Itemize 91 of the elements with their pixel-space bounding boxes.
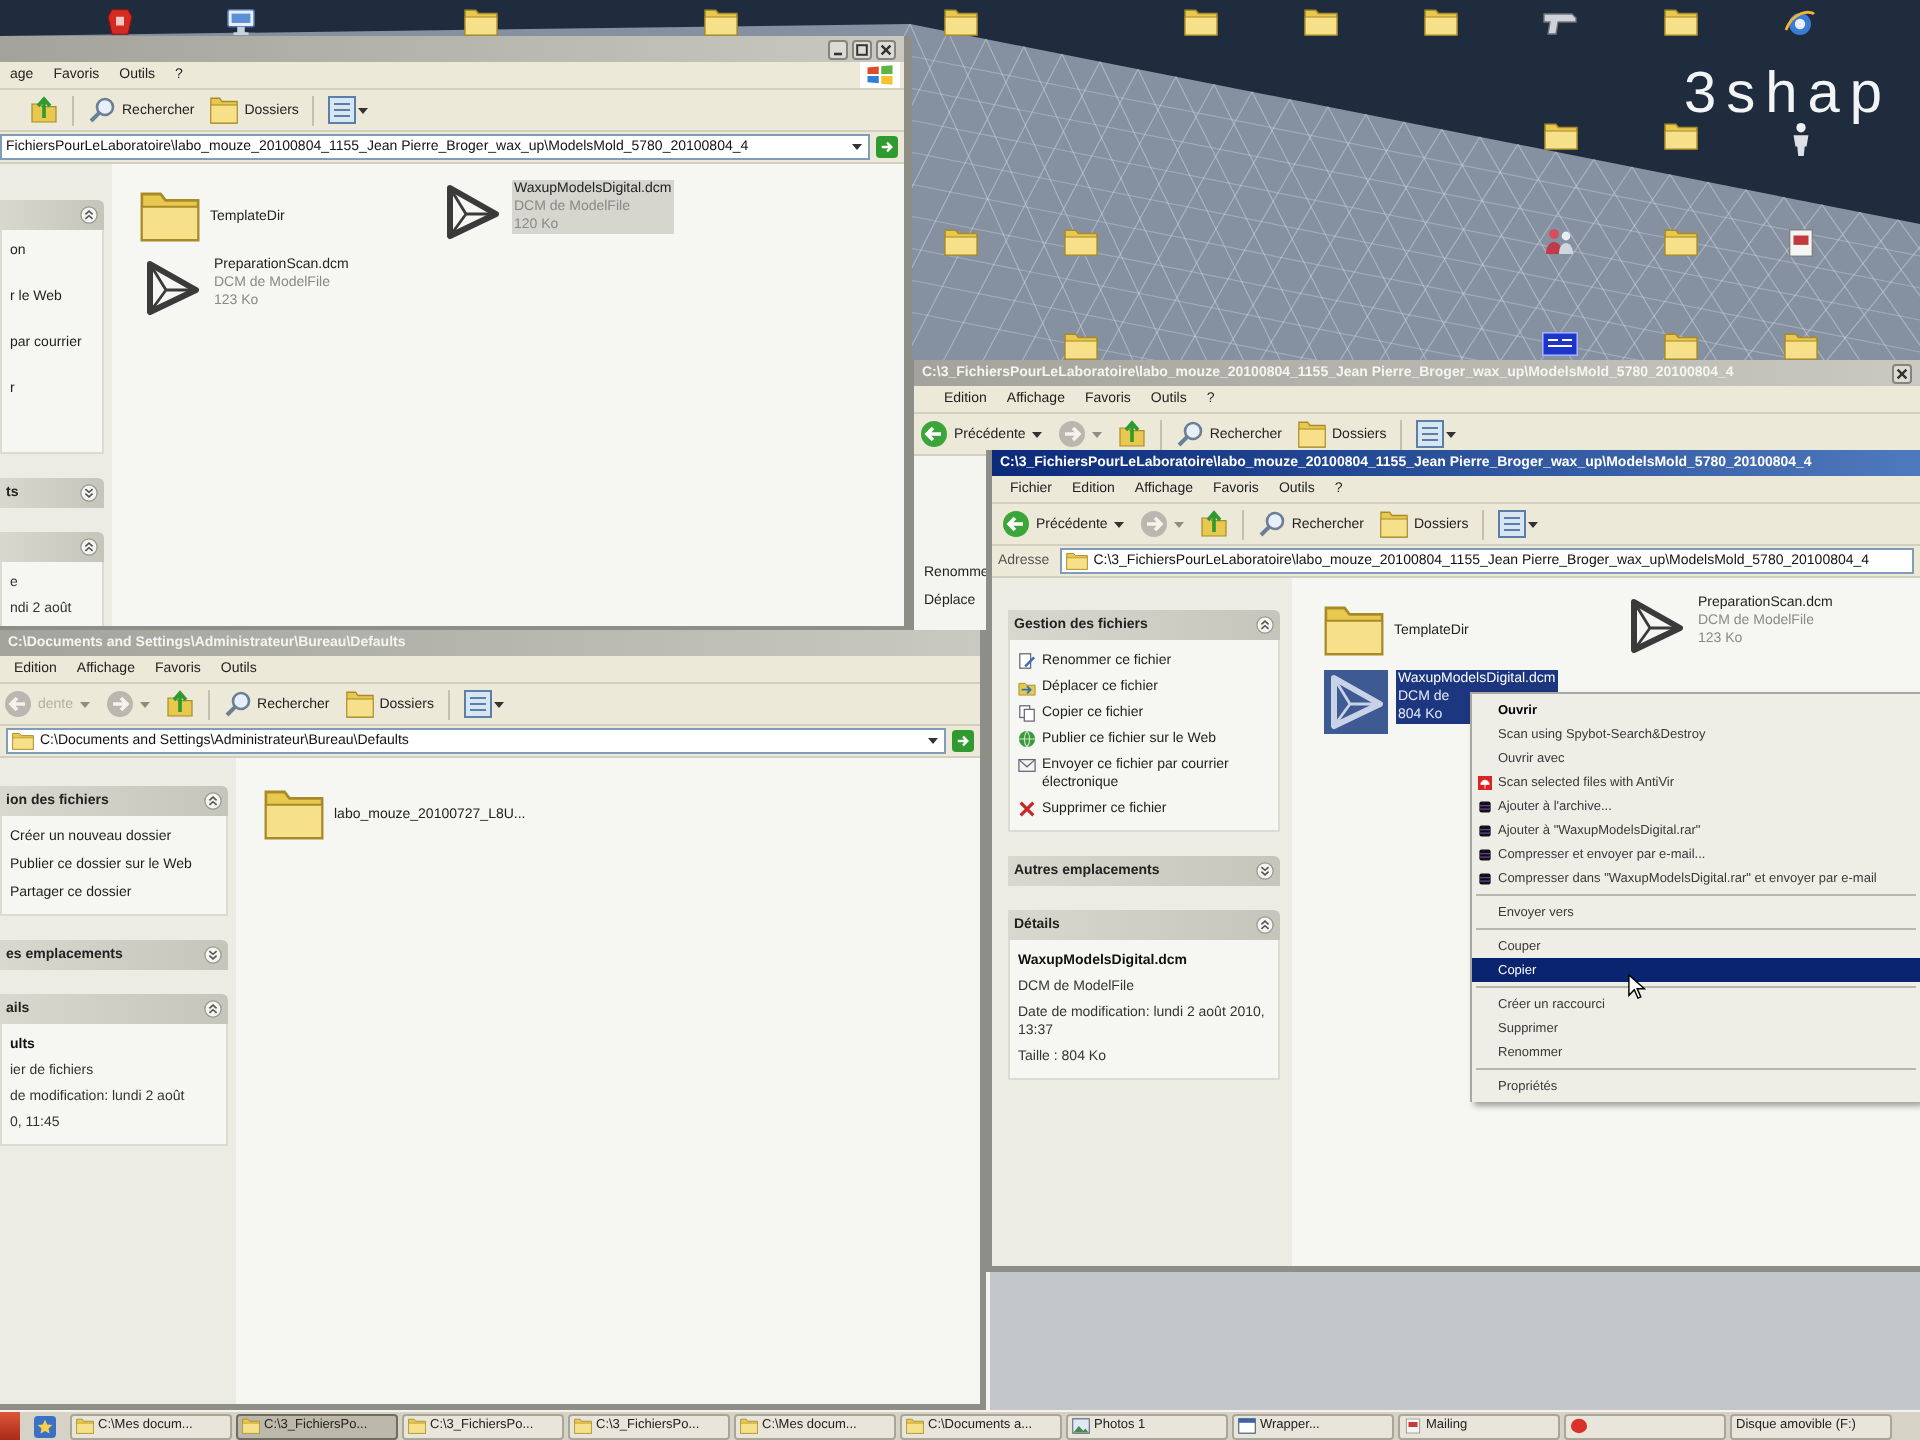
folder-icon [1324, 604, 1384, 656]
arrow-icon [956, 734, 970, 748]
folder-up-icon [1117, 420, 1146, 448]
caret-icon [139, 701, 150, 707]
back-icon [4, 690, 32, 718]
monitor-icon[interactable] [225, 8, 255, 36]
folder-icon [264, 788, 324, 840]
forward-icon [105, 690, 134, 718]
maximize-icon [856, 43, 868, 55]
close-icon [880, 43, 892, 55]
tool-icon[interactable] [1542, 8, 1578, 36]
document-icon [1404, 1418, 1422, 1434]
folder-icon[interactable] [1423, 8, 1457, 36]
views-button[interactable] [326, 93, 371, 127]
books-icon [1478, 847, 1492, 861]
envelope-icon [1018, 756, 1036, 774]
logo-text: 3shap [1684, 64, 1893, 124]
views-button[interactable] [1496, 507, 1541, 541]
globe-icon [1018, 730, 1036, 748]
caret-icon [1113, 521, 1124, 527]
views-icon [1416, 420, 1457, 448]
maximize-button[interactable] [852, 39, 872, 59]
people-icon[interactable] [1542, 228, 1578, 256]
status-dot-icon [1570, 1418, 1588, 1434]
views-icon [328, 96, 369, 124]
views-icon [463, 690, 504, 718]
go-button[interactable] [876, 136, 898, 158]
folder-icon [76, 1418, 94, 1434]
folder-up-icon [30, 96, 58, 124]
folder-icon[interactable] [463, 8, 497, 36]
folder-icon[interactable] [703, 8, 737, 36]
cursor-icon [1628, 974, 1646, 1000]
close-button[interactable] [876, 39, 896, 59]
caret-icon[interactable] [852, 144, 862, 150]
caret-icon[interactable] [928, 738, 938, 744]
folder-icon [242, 1418, 260, 1434]
folder-icon[interactable] [1183, 8, 1217, 36]
forward-icon [1057, 420, 1086, 448]
search-icon [1175, 420, 1204, 448]
folder-icon[interactable] [1663, 8, 1697, 36]
caret-icon [1173, 521, 1184, 527]
folder-icon [140, 190, 200, 242]
delete-icon [1018, 800, 1036, 818]
folder-icon [345, 690, 374, 718]
tile-icon[interactable] [1542, 332, 1578, 356]
folder-icon [210, 96, 239, 124]
document-pen-icon [1018, 652, 1036, 670]
folder-icon [740, 1418, 758, 1434]
folder-icon [408, 1418, 426, 1434]
arrow-icon [880, 140, 894, 154]
window-icon [1238, 1418, 1256, 1434]
go-button[interactable] [952, 730, 974, 752]
back-icon [1002, 510, 1030, 538]
document-icon[interactable] [1785, 228, 1815, 258]
back-icon [920, 420, 948, 448]
caret-icon [79, 701, 90, 707]
folder-arrow-icon [1018, 678, 1036, 696]
folder-up-icon [1199, 510, 1228, 538]
up-button[interactable] [1115, 417, 1148, 451]
folder-icon [1298, 420, 1326, 448]
folder-icon[interactable] [943, 8, 977, 36]
program-icon[interactable] [106, 8, 134, 36]
folder-up-icon [165, 690, 194, 718]
folder-icon[interactable] [1663, 122, 1697, 150]
views-button[interactable] [1414, 417, 1459, 451]
search-icon [223, 690, 252, 718]
search-icon [1257, 510, 1286, 538]
app-icon[interactable] [34, 1415, 56, 1437]
caret-icon [1091, 431, 1102, 437]
folder-icon [1380, 510, 1408, 538]
minimize-button[interactable] [828, 39, 848, 59]
folder-icon[interactable] [1303, 8, 1337, 36]
umbrella-icon [1478, 775, 1492, 789]
pages-icon [1018, 704, 1036, 722]
taskbar-button[interactable] [1564, 1413, 1726, 1439]
forward-icon [1139, 510, 1168, 538]
close-button[interactable] [1892, 363, 1912, 383]
folder-icon [906, 1418, 924, 1434]
books-icon [1478, 823, 1492, 837]
search-icon [88, 96, 116, 124]
folder-icon[interactable] [1543, 122, 1577, 150]
picture-icon [1072, 1418, 1090, 1434]
browser-icon[interactable] [1784, 8, 1816, 40]
caret-icon [1031, 431, 1042, 437]
views-icon [1498, 510, 1539, 538]
start-button[interactable] [0, 1412, 20, 1440]
views-button[interactable] [461, 687, 506, 721]
folder-icon [574, 1418, 592, 1434]
books-icon [1478, 799, 1492, 813]
books-icon [1478, 871, 1492, 885]
close-icon [1896, 367, 1908, 379]
